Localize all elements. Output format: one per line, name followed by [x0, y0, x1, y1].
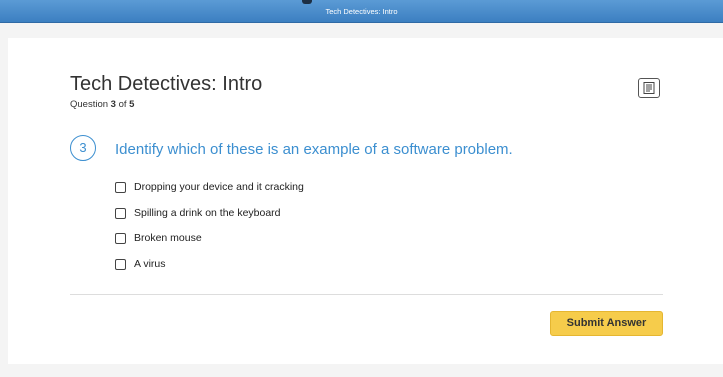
answer-label: Broken mouse — [134, 232, 202, 244]
answer-label: Spilling a drink on the keyboard — [134, 207, 281, 219]
counter-mid: of — [115, 99, 130, 110]
question-text: Identify which of these is an example of… — [115, 141, 513, 158]
notes-icon — [643, 82, 655, 94]
answer-checkbox[interactable] — [115, 232, 126, 244]
answer-option[interactable]: Dropping your device and it cracking — [115, 179, 304, 195]
answer-option[interactable]: Spilling a drink on the keyboard — [115, 205, 281, 221]
submit-answer-button[interactable]: Submit Answer — [550, 311, 663, 336]
answer-label: A virus — [134, 258, 166, 270]
top-bar: Tech Detectives: Intro — [0, 0, 723, 23]
answer-checkbox[interactable] — [115, 258, 126, 270]
quiz-card: Tech Detectives: Intro Question 3 of 5 3… — [8, 38, 723, 364]
top-bar-title: Tech Detectives: Intro — [325, 7, 398, 16]
divider — [70, 294, 663, 295]
answer-label: Dropping your device and it cracking — [134, 181, 304, 193]
page-title: Tech Detectives: Intro — [70, 73, 263, 95]
answer-checkbox[interactable] — [115, 181, 126, 193]
counter-total: 5 — [129, 99, 135, 110]
top-bar-notch — [302, 0, 312, 4]
question-counter: Question 3 of 5 — [70, 99, 134, 110]
answer-option[interactable]: A virus — [115, 256, 166, 272]
answer-checkbox[interactable] — [115, 207, 126, 219]
answer-option[interactable]: Broken mouse — [115, 230, 202, 246]
question-number-badge: 3 — [70, 135, 96, 161]
counter-prefix: Question — [70, 99, 111, 110]
notes-button[interactable] — [638, 78, 660, 98]
